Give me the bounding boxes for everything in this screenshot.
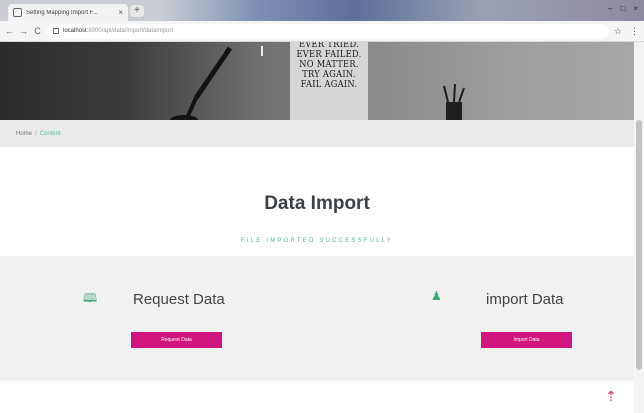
import-data-button[interactable]: Import Data bbox=[481, 332, 572, 348]
browser-tab[interactable]: Setting Mapping Import F... × bbox=[8, 4, 128, 21]
breadcrumb-current: Content bbox=[39, 130, 61, 137]
import-status-message: FILE IMPORTED SUCCESSFULLY bbox=[241, 238, 393, 244]
pencil-cup-icon bbox=[443, 83, 465, 120]
scrollbar-thumb[interactable] bbox=[636, 120, 642, 370]
page-scrollbar[interactable] bbox=[634, 42, 644, 413]
breadcrumb-separator: / bbox=[35, 130, 37, 137]
address-bar[interactable]: localhost:8000/api/data/import/dataimpor… bbox=[47, 23, 609, 39]
page-favicon-icon bbox=[13, 8, 22, 17]
scroll-to-top-button[interactable]: ⇡ bbox=[600, 385, 622, 407]
site-info-icon[interactable] bbox=[53, 28, 59, 34]
request-data-button[interactable]: Request Data bbox=[131, 332, 222, 348]
tab-close-icon[interactable]: × bbox=[118, 8, 123, 17]
reload-button[interactable]: C bbox=[33, 26, 42, 36]
forward-button[interactable]: → bbox=[19, 26, 28, 36]
browser-menu-icon[interactable]: ⋮ bbox=[630, 26, 639, 37]
breadcrumb: Home / Content bbox=[0, 120, 634, 147]
bookmark-star-icon[interactable]: ☆ bbox=[614, 26, 622, 37]
browser-toolbar: ← → C localhost:8000/api/data/import/dat… bbox=[0, 21, 644, 42]
breadcrumb-home-link[interactable]: Home bbox=[16, 131, 32, 137]
url-host: localhost bbox=[63, 28, 87, 34]
person-icon: ♟ bbox=[431, 289, 442, 303]
hero-banner: EVER TRIED. EVER FAILED. NO MATTER. TRY … bbox=[0, 42, 634, 120]
url-path: :8000/api/data/import/dataimport bbox=[86, 28, 174, 34]
browser-tabstrip: Setting Mapping Import F... × + – □ × bbox=[0, 0, 644, 21]
map-icon: 🕮 bbox=[83, 291, 98, 305]
maximize-button[interactable]: □ bbox=[620, 4, 625, 13]
close-window-button[interactable]: × bbox=[633, 4, 638, 13]
url-text: localhost:8000/api/data/import/dataimpor… bbox=[63, 28, 173, 34]
import-data-title: import Data bbox=[486, 291, 564, 308]
arrow-up-icon: ⇡ bbox=[605, 387, 617, 404]
back-button[interactable]: ← bbox=[5, 26, 14, 36]
window-controls: – □ × bbox=[608, 4, 638, 13]
request-data-title: Request Data bbox=[133, 291, 225, 308]
toolbar-right: ☆ ⋮ bbox=[614, 26, 639, 37]
minimize-button[interactable]: – bbox=[608, 4, 612, 13]
data-actions-panel: 🕮 Request Data Request Data ♟ import Dat… bbox=[0, 256, 634, 381]
page-title: Data Import bbox=[264, 193, 370, 214]
tab-title: Setting Mapping Import F... bbox=[26, 9, 98, 16]
new-tab-button[interactable]: + bbox=[130, 5, 144, 17]
